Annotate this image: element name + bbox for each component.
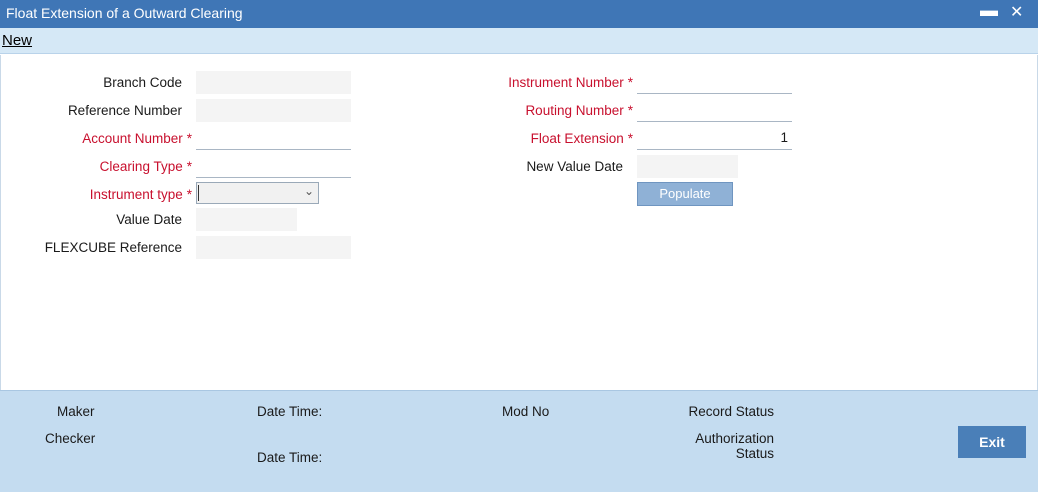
form-area: Branch Code Reference Number Account Num… [0, 55, 1038, 390]
toolbar: New [0, 28, 1038, 54]
account-number-input[interactable] [196, 127, 351, 150]
new-value-date-label: New Value Date [526, 159, 623, 174]
text-caret [198, 185, 199, 201]
branch-code-field[interactable] [196, 71, 351, 94]
chevron-down-icon[interactable]: ⌄ [304, 184, 314, 198]
float-extension-input[interactable]: 1 [637, 127, 792, 150]
checker-date-time-label: Date Time: [257, 450, 323, 465]
maker-date-time-label: Date Time: [257, 404, 323, 419]
flexcube-reference-field[interactable] [196, 236, 351, 259]
clearing-type-label: Clearing Type * [99, 159, 192, 174]
instrument-number-input[interactable] [637, 71, 792, 94]
instrument-type-label: Instrument type * [89, 187, 192, 202]
clearing-type-input[interactable] [196, 155, 351, 178]
audit-footer: Maker Checker Date Time: Date Time: Mod … [0, 390, 1038, 492]
value-date-label: Value Date [116, 212, 182, 227]
checker-label: Checker [45, 431, 96, 446]
instrument-type-select[interactable]: ⌄ [196, 182, 319, 204]
new-link[interactable]: New [2, 32, 32, 49]
populate-button[interactable]: Populate [637, 182, 733, 206]
reference-number-label: Reference Number [67, 103, 182, 118]
required-mark: * [186, 131, 192, 146]
exit-button[interactable]: Exit [958, 426, 1026, 458]
required-mark: * [627, 75, 633, 90]
branch-code-label: Branch Code [103, 75, 182, 90]
new-value-date-field[interactable] [637, 155, 738, 178]
account-number-label: Account Number * [82, 131, 192, 146]
flexcube-reference-label: FLEXCUBE Reference [44, 240, 182, 255]
minimize-icon[interactable]: ▬ [980, 0, 998, 21]
float-extension-label: Float Extension * [530, 131, 633, 146]
float-extension-value: 1 [780, 130, 788, 145]
value-date-field[interactable] [196, 208, 297, 231]
window-title: Float Extension of a Outward Clearing [6, 5, 243, 21]
required-mark: * [627, 131, 633, 146]
routing-number-input[interactable] [637, 99, 792, 122]
instrument-number-label: Instrument Number * [508, 75, 633, 90]
required-mark: * [186, 159, 192, 174]
routing-number-label: Routing Number * [525, 103, 633, 118]
mod-no-label: Mod No [502, 404, 550, 419]
required-mark: * [627, 103, 633, 118]
required-mark: * [186, 187, 192, 202]
record-status-label: Record Status [688, 404, 774, 419]
authorization-status-label: Authorization Status [695, 431, 774, 461]
reference-number-field[interactable] [196, 99, 351, 122]
window-titlebar: Float Extension of a Outward Clearing ▬ … [0, 0, 1038, 28]
maker-label: Maker [57, 404, 95, 419]
close-icon[interactable]: ✕ [1010, 2, 1023, 22]
